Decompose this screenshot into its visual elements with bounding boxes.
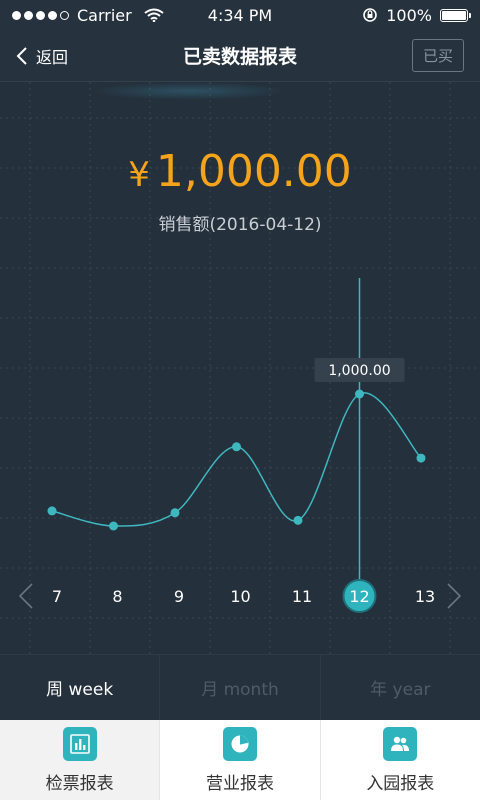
tab-ticket-report[interactable]: 检票报表 (0, 720, 161, 800)
tab-week[interactable]: 周 week (0, 655, 161, 720)
chart-data-point[interactable] (47, 506, 57, 516)
sales-series-line (51, 392, 422, 527)
tab-ticket-report-label: 检票报表 (45, 773, 114, 794)
back-button-label: 返回 (36, 47, 69, 67)
signal-strength-icon (12, 10, 69, 20)
x-axis-day-label[interactable]: 12 (349, 587, 369, 606)
chart-data-point[interactable] (232, 442, 241, 452)
x-axis-day-label[interactable]: 7 (52, 587, 62, 606)
bar-chart-icon (62, 726, 97, 761)
x-axis-day-label[interactable]: 13 (415, 587, 435, 606)
carrier-name: Carrier (77, 5, 132, 25)
wifi-icon (144, 8, 164, 22)
bought-report-button[interactable]: 已买 (411, 39, 464, 72)
status-bar: Carrier 4:34 PM 100% (0, 0, 480, 30)
users-icon (383, 726, 418, 761)
sales-line-chart: 1,000.00 7 8 9 10 11 12 13 (10, 278, 470, 614)
orientation-lock-icon (363, 8, 378, 22)
chart-prev-button[interactable] (10, 578, 40, 614)
battery-percent: 100% (386, 5, 432, 25)
tab-business-report-label: 营业报表 (205, 773, 274, 794)
battery-icon (440, 8, 471, 22)
chart-tooltip-value: 1,000.00 (328, 363, 390, 379)
pie-chart-icon (222, 726, 257, 761)
tab-business-report[interactable]: 营业报表 (160, 720, 321, 800)
tab-entry-report-label: 入园报表 (366, 773, 435, 794)
chart-next-button[interactable] (440, 578, 470, 614)
page-title: 已卖数据报表 (182, 46, 297, 68)
navigation-bar: 返回 已卖数据报表 已买 (0, 30, 480, 82)
chart-data-point[interactable] (355, 389, 364, 399)
tab-month[interactable]: 月 month (160, 655, 321, 720)
x-axis-day-label[interactable]: 9 (174, 587, 184, 606)
sales-chart-panel: ¥1,000.00 销售额(2016-04-12) 1,000.00 7 8 9 10 1… (0, 82, 480, 654)
chart-data-point[interactable] (109, 521, 118, 531)
x-axis-day-label[interactable]: 10 (230, 587, 250, 606)
chart-data-point[interactable] (416, 453, 426, 463)
period-tabs: 周 week 月 month 年 year (0, 654, 480, 720)
chart-data-point[interactable] (170, 508, 180, 518)
back-button[interactable]: 返回 (0, 44, 68, 68)
chevron-left-icon (16, 46, 27, 65)
x-axis-day-label[interactable]: 8 (112, 587, 122, 606)
tab-entry-report[interactable]: 入园报表 (321, 720, 480, 800)
tab-year[interactable]: 年 year (321, 655, 480, 720)
x-axis-day-label[interactable]: 11 (292, 587, 312, 606)
bottom-tab-bar: 检票报表 营业报表 入园报表 (0, 720, 480, 800)
chart-data-point[interactable] (293, 515, 303, 525)
